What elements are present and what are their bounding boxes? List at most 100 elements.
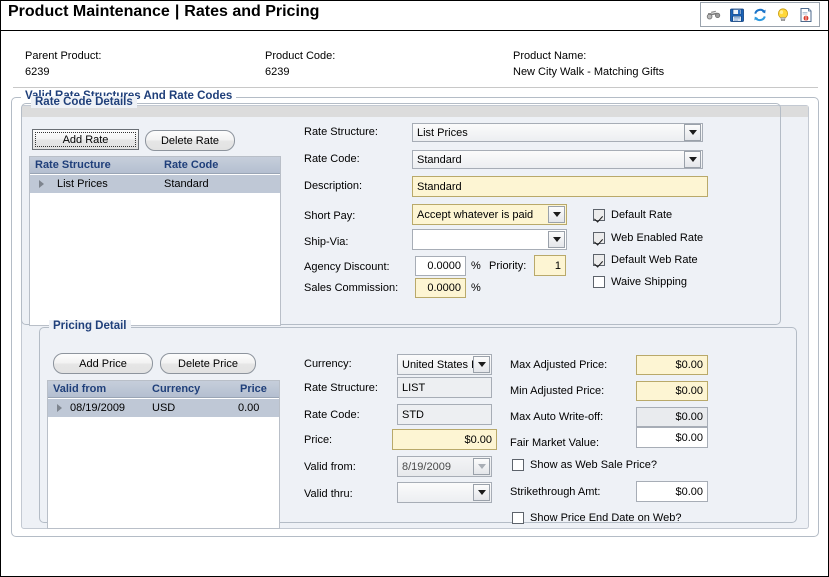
pricing-grid[interactable]: Valid from Currency Price 08/19/2009 USD…: [47, 380, 280, 529]
agency-discount-unit: %: [471, 260, 481, 272]
currency-label: Currency:: [304, 358, 352, 370]
lightbulb-icon[interactable]: [775, 7, 791, 23]
chevron-down-icon[interactable]: [473, 484, 490, 501]
sales-commission-unit: %: [471, 282, 481, 294]
default-web-rate-label: Default Web Rate: [611, 254, 698, 266]
sales-commission-input[interactable]: 0.0000: [415, 278, 466, 298]
valid-thru-label: Valid thru:: [304, 488, 353, 500]
waive-shipping-checkbox[interactable]: Waive Shipping: [593, 276, 687, 288]
price-input[interactable]: $0.00: [392, 429, 497, 450]
priority-input[interactable]: 1: [534, 255, 566, 276]
max-auto-writeoff-input: $0.00: [636, 407, 708, 427]
delete-price-label: Delete Price: [178, 358, 238, 370]
strikethrough-amt-label: Strikethrough Amt:: [510, 486, 601, 498]
product-code-value: 6239: [265, 66, 289, 78]
page-title-main: Product Maintenance: [8, 3, 170, 20]
parent-product-label: Parent Product:: [25, 50, 101, 62]
show-price-end-date-checkbox[interactable]: Show Price End Date on Web?: [512, 512, 681, 524]
fair-market-value-input[interactable]: $0.00: [636, 427, 708, 448]
checkbox-box[interactable]: [593, 276, 605, 288]
header-divider: [13, 87, 818, 88]
valid-from-label: Valid from:: [304, 461, 356, 473]
report-icon[interactable]: [798, 7, 814, 23]
pricing-grid-col-price: Price: [240, 383, 267, 395]
checkbox-box[interactable]: [593, 209, 605, 221]
show-price-end-date-label: Show Price End Date on Web?: [530, 512, 681, 524]
table-row[interactable]: List Prices Standard: [30, 175, 280, 193]
rate-grid-col-rate-structure: Rate Structure: [35, 159, 111, 171]
row-expand-arrow-icon[interactable]: [39, 180, 44, 188]
checkbox-box[interactable]: [593, 254, 605, 266]
valid-thru-datepicker[interactable]: [397, 482, 492, 503]
refresh-icon[interactable]: [752, 7, 768, 23]
min-adjusted-price-input[interactable]: $0.00: [636, 381, 708, 401]
rate-structure-label: Rate Structure:: [304, 126, 378, 138]
agency-discount-input[interactable]: 0.0000: [415, 256, 466, 276]
table-row[interactable]: 08/19/2009 USD 0.00: [48, 399, 279, 417]
chevron-down-icon[interactable]: [548, 206, 565, 223]
max-adjusted-price-label: Max Adjusted Price:: [510, 359, 607, 371]
pricing-rate-structure-value: LIST: [397, 377, 492, 398]
page-title-sub: Rates and Pricing: [184, 3, 319, 20]
sales-commission-label: Sales Commission:: [304, 282, 398, 294]
binoculars-icon[interactable]: [706, 7, 722, 23]
rate-code-details-legend: Rate Code Details: [31, 96, 137, 108]
rate-structure-combo[interactable]: List Prices: [412, 123, 703, 142]
chevron-down-icon[interactable]: [684, 124, 701, 141]
rate-code-grid[interactable]: Rate Structure Rate Code List Prices Sta…: [29, 156, 281, 326]
application-window: Product Maintenance|Rates and Pricing: [0, 0, 829, 577]
strikethrough-amt-input[interactable]: $0.00: [636, 481, 708, 502]
delete-price-button[interactable]: Delete Price: [160, 353, 256, 374]
delete-rate-button[interactable]: Delete Rate: [145, 130, 235, 151]
min-adjusted-price-label: Min Adjusted Price:: [510, 385, 604, 397]
short-pay-label: Short Pay:: [304, 210, 355, 222]
ship-via-combo[interactable]: [412, 229, 567, 250]
rate-grid-header: Rate Structure Rate Code: [30, 157, 280, 174]
fair-market-value-label: Fair Market Value:: [510, 437, 599, 449]
rate-code-combo[interactable]: Standard: [412, 150, 703, 169]
pricing-grid-header: Valid from Currency Price: [48, 381, 279, 398]
default-web-rate-checkbox[interactable]: Default Web Rate: [593, 254, 698, 266]
page-title: Product Maintenance|Rates and Pricing: [8, 3, 319, 21]
cell-valid-from: 08/19/2009: [70, 402, 125, 414]
currency-combo[interactable]: United States D: [397, 354, 492, 375]
product-name-value: New City Walk - Matching Gifts: [513, 66, 664, 78]
rate-grid-col-rate-code: Rate Code: [164, 159, 218, 171]
toolbar: [700, 2, 820, 27]
checkbox-box[interactable]: [512, 459, 524, 471]
add-rate-label: Add Rate: [63, 134, 109, 146]
show-as-web-sale-price-label: Show as Web Sale Price?: [530, 459, 657, 471]
cell-rate-structure: List Prices: [57, 178, 108, 190]
chevron-down-icon[interactable]: [473, 356, 490, 373]
chevron-down-icon[interactable]: [684, 151, 701, 168]
checkbox-box[interactable]: [512, 512, 524, 524]
web-enabled-rate-checkbox[interactable]: Web Enabled Rate: [593, 232, 703, 244]
row-expand-arrow-icon[interactable]: [57, 404, 62, 412]
chevron-down-icon[interactable]: [473, 458, 490, 475]
short-pay-value: Accept whatever is paid: [413, 209, 548, 221]
description-input[interactable]: Standard: [412, 176, 708, 197]
checkbox-box[interactable]: [593, 232, 605, 244]
page-title-separator: |: [170, 3, 184, 20]
valid-from-value: 8/19/2009: [398, 461, 473, 473]
valid-from-datepicker[interactable]: 8/19/2009: [397, 456, 492, 477]
add-price-button[interactable]: Add Price: [53, 353, 153, 374]
cell-currency: USD: [152, 402, 175, 414]
show-as-web-sale-price-checkbox[interactable]: Show as Web Sale Price?: [512, 459, 657, 471]
add-rate-button[interactable]: Add Rate: [32, 129, 139, 150]
short-pay-combo[interactable]: Accept whatever is paid: [412, 204, 567, 225]
web-enabled-rate-label: Web Enabled Rate: [611, 232, 703, 244]
price-label: Price:: [304, 434, 332, 446]
agency-discount-label: Agency Discount:: [304, 261, 390, 273]
cell-price: 0.00: [238, 402, 259, 414]
parent-product-value: 6239: [25, 66, 49, 78]
add-price-label: Add Price: [79, 358, 127, 370]
pricing-grid-col-valid-from: Valid from: [53, 383, 106, 395]
max-adjusted-price-input[interactable]: $0.00: [636, 355, 708, 375]
delete-rate-label: Delete Rate: [161, 135, 219, 147]
default-rate-checkbox[interactable]: Default Rate: [593, 209, 672, 221]
ship-via-label: Ship-Via:: [304, 236, 348, 248]
rate-code-value: Standard: [413, 154, 684, 166]
chevron-down-icon[interactable]: [548, 231, 565, 248]
save-icon[interactable]: [729, 7, 745, 23]
